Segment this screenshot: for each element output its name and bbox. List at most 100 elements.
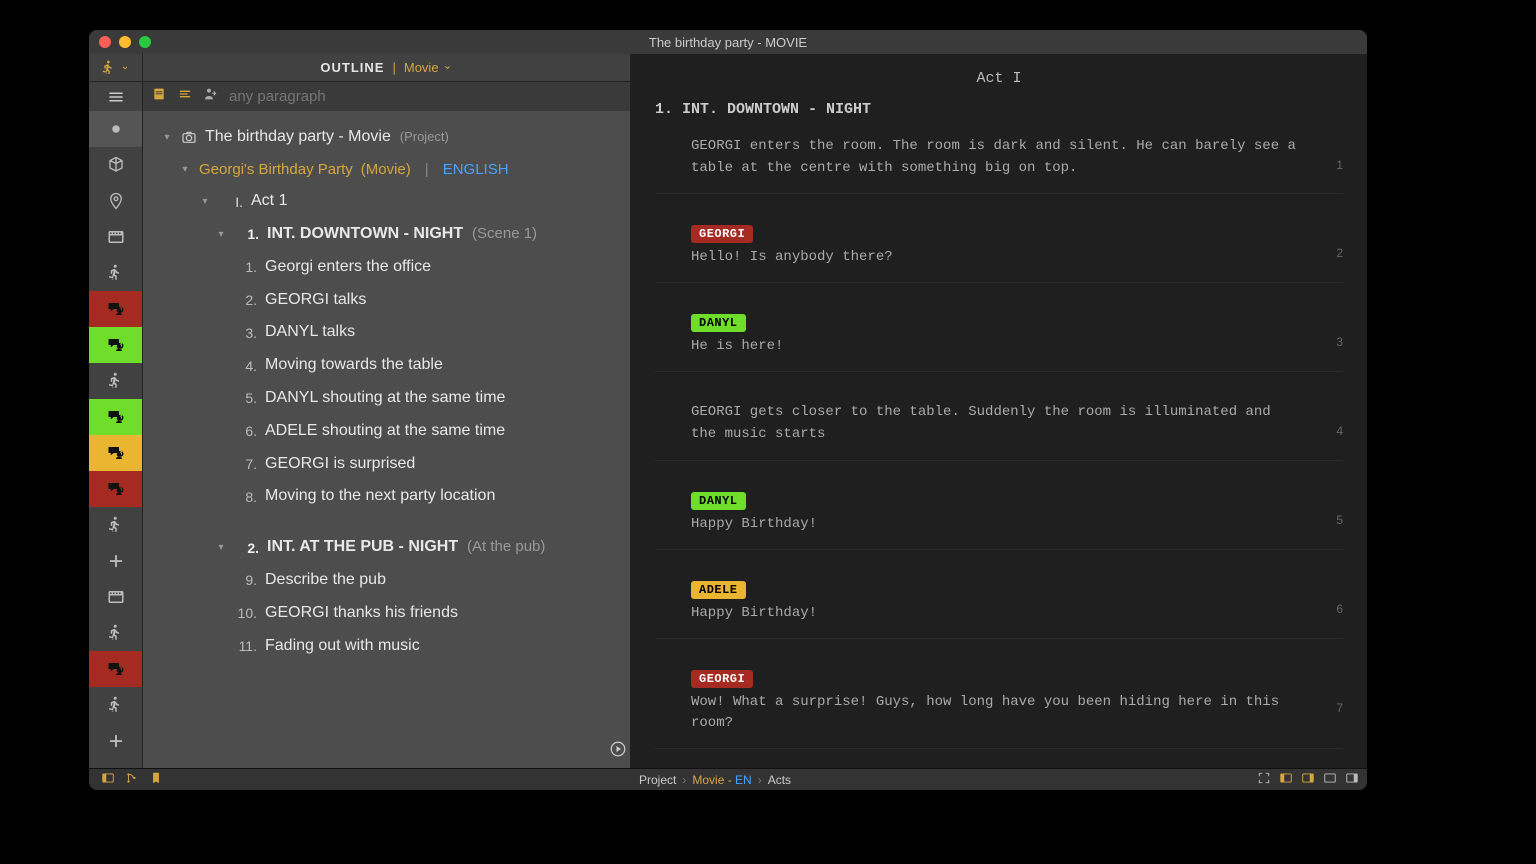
dot-icon[interactable] — [89, 111, 142, 147]
icon-rail — [89, 54, 143, 768]
lines-view-icon[interactable] — [177, 86, 193, 107]
chevron-down-icon[interactable]: ▾ — [215, 541, 227, 554]
beat-row[interactable]: 10.GEORGI thanks his friends — [149, 597, 624, 630]
act-heading: Act I — [655, 70, 1343, 87]
dialog-icon[interactable] — [89, 291, 142, 327]
outline-tree[interactable]: ▾ The birthday party - Movie (Project) ▾… — [143, 111, 630, 768]
outline-header: OUTLINE | Movie — [143, 54, 630, 81]
character-label: ADELE — [691, 581, 746, 599]
dialog-icon[interactable] — [89, 327, 142, 363]
outline-filterbar — [143, 81, 630, 111]
film-icon[interactable] — [89, 219, 142, 255]
beat-row[interactable]: 1.Georgi enters the office — [149, 251, 624, 284]
plus-icon[interactable] — [89, 723, 142, 759]
panel-alt-icon[interactable] — [1345, 771, 1359, 788]
beat-row[interactable]: 2.GEORGI talks — [149, 284, 624, 317]
film-icon[interactable] — [89, 579, 142, 615]
paragraph-number: 3 — [1336, 335, 1343, 349]
titlebar[interactable]: The birthday party - MOVIE — [89, 30, 1367, 54]
panel-icon[interactable] — [1323, 771, 1337, 788]
script-block[interactable]: GEORGI Hello! Is anybody there? 2 — [655, 224, 1343, 283]
chevron-down-icon[interactable]: ▾ — [215, 228, 227, 241]
minimize-icon[interactable] — [119, 36, 131, 48]
rail-mode-icon[interactable] — [89, 54, 142, 81]
paragraph-number: 7 — [1336, 701, 1343, 715]
action-text: GEORGI enters the room. The room is dark… — [691, 136, 1303, 179]
beat-row[interactable]: 4.Moving towards the table — [149, 349, 624, 382]
window-title: The birthday party - MOVIE — [89, 35, 1367, 50]
running-icon[interactable] — [89, 363, 142, 399]
scene-heading: 1. INT. DOWNTOWN - NIGHT — [655, 101, 1343, 118]
scene-row[interactable]: ▾ 1. INT. DOWNTOWN - NIGHT (Scene 1) — [149, 218, 624, 251]
search-input[interactable] — [229, 88, 622, 105]
dialog-icon[interactable] — [89, 651, 142, 687]
dialog-text: He is here! — [691, 336, 1303, 357]
dialog-text: Hello! Is anybody there? — [691, 247, 1303, 268]
chevron-down-icon[interactable]: ▾ — [179, 163, 191, 176]
window-controls — [99, 36, 151, 48]
script-scroll[interactable]: Act I 1. INT. DOWNTOWN - NIGHT GEORGI en… — [631, 54, 1367, 768]
beat-row[interactable]: 5.DANYL shouting at the same time — [149, 382, 624, 415]
breadcrumb[interactable]: Project› Movie - EN› Acts — [639, 773, 791, 787]
beat-row[interactable]: 11.Fading out with music — [149, 630, 624, 663]
chevron-down-icon[interactable]: ▾ — [161, 131, 173, 144]
camera-icon — [181, 129, 197, 145]
outline-label: OUTLINE — [320, 60, 384, 75]
project-row[interactable]: ▾ The birthday party - Movie (Project) — [149, 121, 624, 154]
beat-row[interactable]: 6.ADELE shouting at the same time — [149, 415, 624, 448]
paragraph-number: 4 — [1336, 424, 1343, 438]
running-icon[interactable] — [89, 615, 142, 651]
location-icon[interactable] — [89, 183, 142, 219]
script-block[interactable]: DANYL He is here! 3 — [655, 313, 1343, 372]
script-panel: Act I 1. INT. DOWNTOWN - NIGHT GEORGI en… — [631, 54, 1367, 768]
dialog-icon[interactable] — [89, 471, 142, 507]
plus-icon[interactable] — [89, 543, 142, 579]
script-block[interactable]: GEORGI enters the room. The room is dark… — [655, 136, 1343, 194]
character-label: GEORGI — [691, 225, 753, 243]
act-row[interactable]: ▾ I. Act 1 — [149, 185, 624, 218]
app-window: The birthday party - MOVIE OUTLINE | Mov… — [89, 30, 1367, 790]
cube-icon[interactable] — [89, 147, 142, 183]
layout-left-icon[interactable] — [1279, 771, 1293, 788]
status-bar: Project› Movie - EN› Acts — [89, 768, 1367, 790]
script-block[interactable]: GEORGIWow! What a surprise! Guys, how lo… — [655, 669, 1343, 749]
character-label: DANYL — [691, 314, 746, 332]
running-icon[interactable] — [89, 687, 142, 723]
running-icon[interactable] — [89, 255, 142, 291]
language-label[interactable]: ENGLISH — [443, 160, 509, 180]
character-label: GEORGI — [691, 670, 753, 688]
beat-row[interactable]: 9.Describe the pub — [149, 564, 624, 597]
play-icon[interactable] — [609, 740, 627, 758]
outline-panel: OUTLINE | Movie ▾ The birthday party - M… — [143, 54, 631, 768]
dialog-text: Happy Birthday! — [691, 514, 1303, 535]
scene-row[interactable]: ▾ 2. INT. AT THE PUB - NIGHT (At the pub… — [149, 531, 624, 564]
dialog-text: Happy Birthday! — [691, 603, 1303, 624]
paragraph-number: 1 — [1336, 158, 1343, 172]
outline-mode-dropdown[interactable]: Movie — [404, 60, 453, 75]
dialog-icon[interactable] — [89, 435, 142, 471]
paragraph-number: 2 — [1336, 246, 1343, 260]
chevron-down-icon[interactable]: ▾ — [199, 195, 211, 208]
character-label: DANYL — [691, 492, 746, 510]
beat-row[interactable]: 3.DANYL talks — [149, 316, 624, 349]
beat-row[interactable]: 7.GEORGI is surprised — [149, 448, 624, 481]
bookmark-icon[interactable] — [149, 771, 163, 788]
panel-icon[interactable] — [101, 771, 115, 788]
beat-row[interactable]: 8.Moving to the next party location — [149, 480, 624, 513]
page-view-icon[interactable] — [151, 86, 167, 107]
close-icon[interactable] — [99, 36, 111, 48]
person-filter-icon[interactable] — [203, 86, 219, 107]
running-icon[interactable] — [89, 507, 142, 543]
fullscreen-icon[interactable] — [1257, 771, 1271, 788]
branch-icon[interactable] — [125, 771, 139, 788]
script-block[interactable]: DANYL Happy Birthday! 5 — [655, 491, 1343, 550]
dialog-icon[interactable] — [89, 399, 142, 435]
zoom-icon[interactable] — [139, 36, 151, 48]
action-text: GEORGI gets closer to the table. Suddenl… — [691, 402, 1303, 445]
paragraph-number: 5 — [1336, 513, 1343, 527]
script-block[interactable]: GEORGI gets closer to the table. Suddenl… — [655, 402, 1343, 460]
rail-menu-icon[interactable] — [89, 81, 142, 111]
layout-right-icon[interactable] — [1301, 771, 1315, 788]
script-block[interactable]: ADELEHappy Birthday!6 — [655, 580, 1343, 639]
movie-row[interactable]: ▾ Georgi's Birthday Party (Movie) | ENGL… — [149, 154, 624, 186]
